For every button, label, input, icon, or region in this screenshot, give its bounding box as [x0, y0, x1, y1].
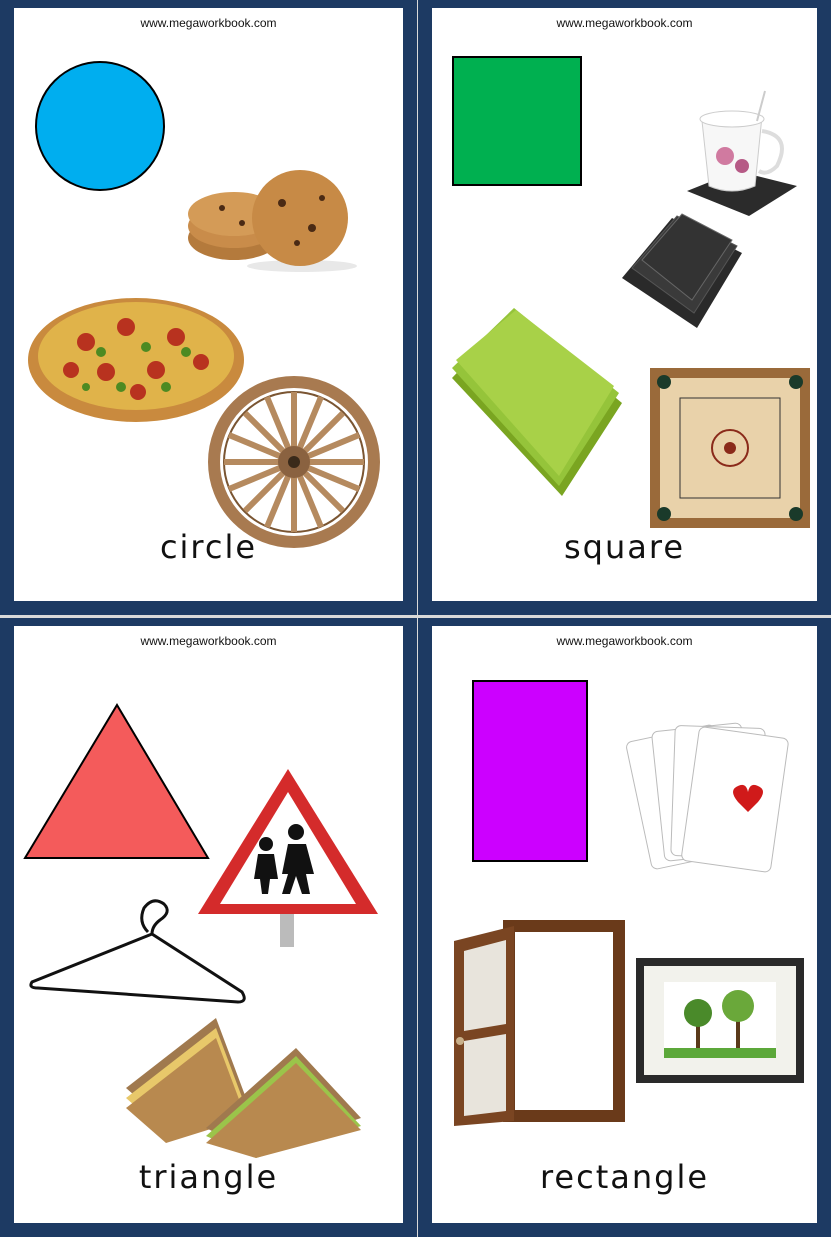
wagon-wheel-image: [208, 376, 380, 548]
circle-shape: [35, 61, 165, 191]
card-body: www.megaworkbook.com: [14, 8, 403, 601]
shape-word: triangle: [138, 1158, 279, 1196]
website-url: www.megaworkbook.com: [140, 634, 277, 648]
shape-word: circle: [159, 528, 258, 566]
website-url: www.megaworkbook.com: [556, 634, 693, 648]
flashcard-circle: www.megaworkbook.com circle: [0, 0, 417, 615]
flashcard-triangle: www.megaworkbook.com triangle: [0, 618, 417, 1237]
picture-frame-image: [636, 958, 804, 1083]
flashcard-square: www.megaworkbook.com square: [418, 0, 831, 615]
hanger-image: [29, 899, 246, 1004]
website-url: www.megaworkbook.com: [140, 16, 277, 30]
shape-word: rectangle: [539, 1158, 710, 1196]
carrom-board-image: [650, 368, 810, 528]
website-url: www.megaworkbook.com: [556, 16, 693, 30]
rectangle-shape: [472, 680, 588, 862]
shape-word: square: [563, 528, 685, 566]
teacup-image: [687, 90, 797, 216]
card-body: www.megaworkbook.com: [432, 626, 817, 1223]
card-body: www.megaworkbook.com: [14, 626, 403, 1223]
flashcard-rectangle: www.megaworkbook.com rectangle: [418, 618, 831, 1237]
square-shape: [452, 56, 582, 186]
triangle-shape: [23, 703, 210, 859]
coasters-image: [622, 213, 742, 328]
card-body: www.megaworkbook.com: [432, 8, 817, 601]
napkins-image: [452, 308, 622, 496]
playing-cards-image: [626, 722, 789, 873]
door-image: [454, 920, 625, 1126]
cookies-image: [188, 170, 357, 272]
sandwich-image: [126, 1018, 361, 1158]
